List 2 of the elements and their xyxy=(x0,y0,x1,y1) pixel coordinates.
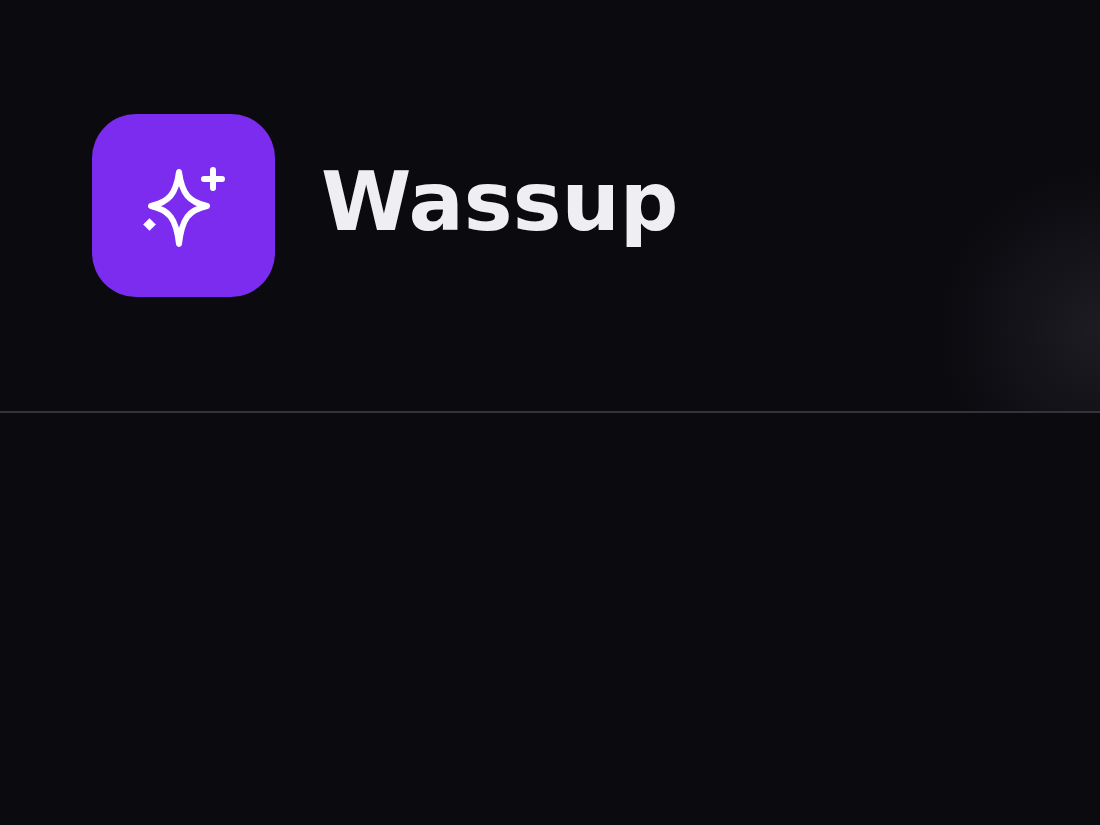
logo-icon xyxy=(92,114,275,297)
brand-name: Wassup xyxy=(321,160,679,251)
